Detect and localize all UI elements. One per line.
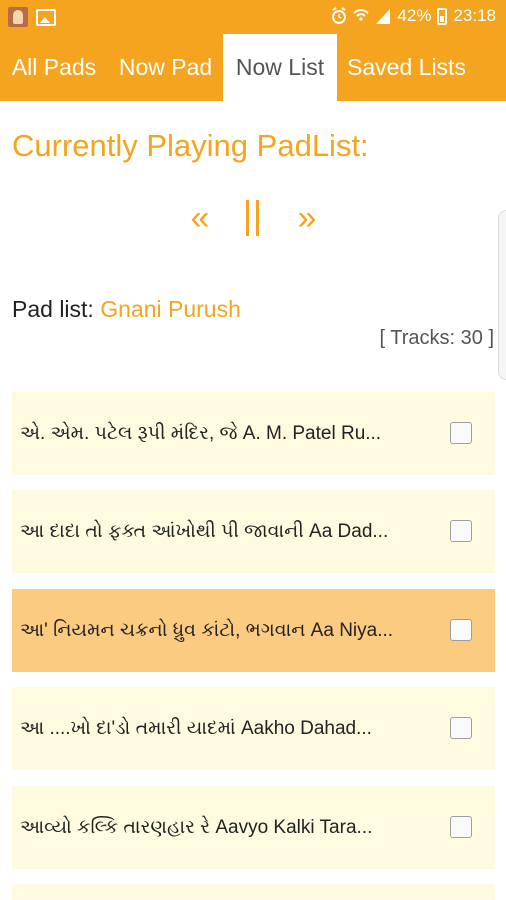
tab-now-list[interactable]: Now List — [223, 34, 337, 101]
track-checkbox[interactable] — [450, 422, 472, 444]
track-row[interactable]: આ ....ખો દા'ડો તમારી યાદમાં Aakho Dahad.… — [12, 687, 495, 770]
track-row[interactable]: આ દાદા તો ફક્ત આંખોથી પી જાવાની Aa Dad..… — [12, 490, 495, 573]
track-row[interactable]: આવ્યો કલ્કિ તારણહાર રે Aavyo Kalki Tara.… — [12, 786, 495, 869]
padlist-label: Pad list: — [12, 296, 94, 322]
track-row-playing[interactable]: આ' નિયમન ચક્રનો ધ્રુવ કાંટો, ભગવાન Aa Ni… — [12, 589, 495, 672]
app-notification-icon — [8, 7, 28, 27]
track-title: આ' નિયમન ચક્રનો ધ્રુવ કાંટો, ભગવાન Aa Ni… — [20, 620, 394, 641]
track-checkbox[interactable] — [450, 520, 472, 542]
tab-all-pads[interactable]: All Pads — [0, 34, 108, 101]
padlist-info: Pad list: Gnani Purush — [12, 296, 241, 323]
battery-icon — [437, 7, 448, 25]
alarm-icon — [332, 7, 347, 24]
playback-controls: « » — [0, 190, 506, 250]
track-row[interactable]: એ. એમ. પટેલ રૂપી મંદિર, જે A. M. Patel R… — [12, 392, 495, 475]
wifi-calling-icon — [353, 9, 370, 21]
edge-panel-handle[interactable] — [498, 210, 506, 380]
tab-bar: All Pads Now Pad Now List Saved Lists — [0, 34, 506, 101]
track-checkbox[interactable] — [450, 816, 472, 838]
next-button[interactable]: » — [287, 190, 327, 246]
battery-percent: 42% — [397, 6, 432, 25]
tab-saved-lists[interactable]: Saved Lists — [337, 34, 476, 101]
pause-button[interactable] — [233, 190, 273, 246]
status-bar: 42% 23:18 — [0, 0, 506, 34]
track-title: આવ્યો કલ્કિ તારણહાર રે Aavyo Kalki Tara.… — [20, 817, 373, 838]
previous-button[interactable]: « — [180, 190, 220, 246]
track-checkbox[interactable] — [450, 619, 472, 641]
track-title: એ. એમ. પટેલ રૂપી મંદિર, જે A. M. Patel R… — [20, 423, 382, 444]
track-checkbox[interactable] — [450, 717, 472, 739]
page-title: Currently Playing PadList: — [12, 128, 369, 163]
track-title: આ દાદા તો ફક્ત આંખોથી પી જાવાની Aa Dad..… — [20, 521, 389, 542]
tab-now-pad[interactable]: Now Pad — [108, 34, 223, 101]
pause-icon — [246, 200, 249, 236]
clock: 23:18 — [453, 6, 496, 25]
tracks-count: [ Tracks: 30 ] — [379, 327, 494, 349]
track-row[interactable] — [12, 884, 495, 900]
signal-icon — [376, 9, 391, 24]
image-notification-icon — [36, 9, 56, 26]
padlist-name: Gnani Purush — [100, 296, 241, 322]
track-title: આ ....ખો દા'ડો તમારી યાદમાં Aakho Dahad.… — [20, 718, 372, 739]
